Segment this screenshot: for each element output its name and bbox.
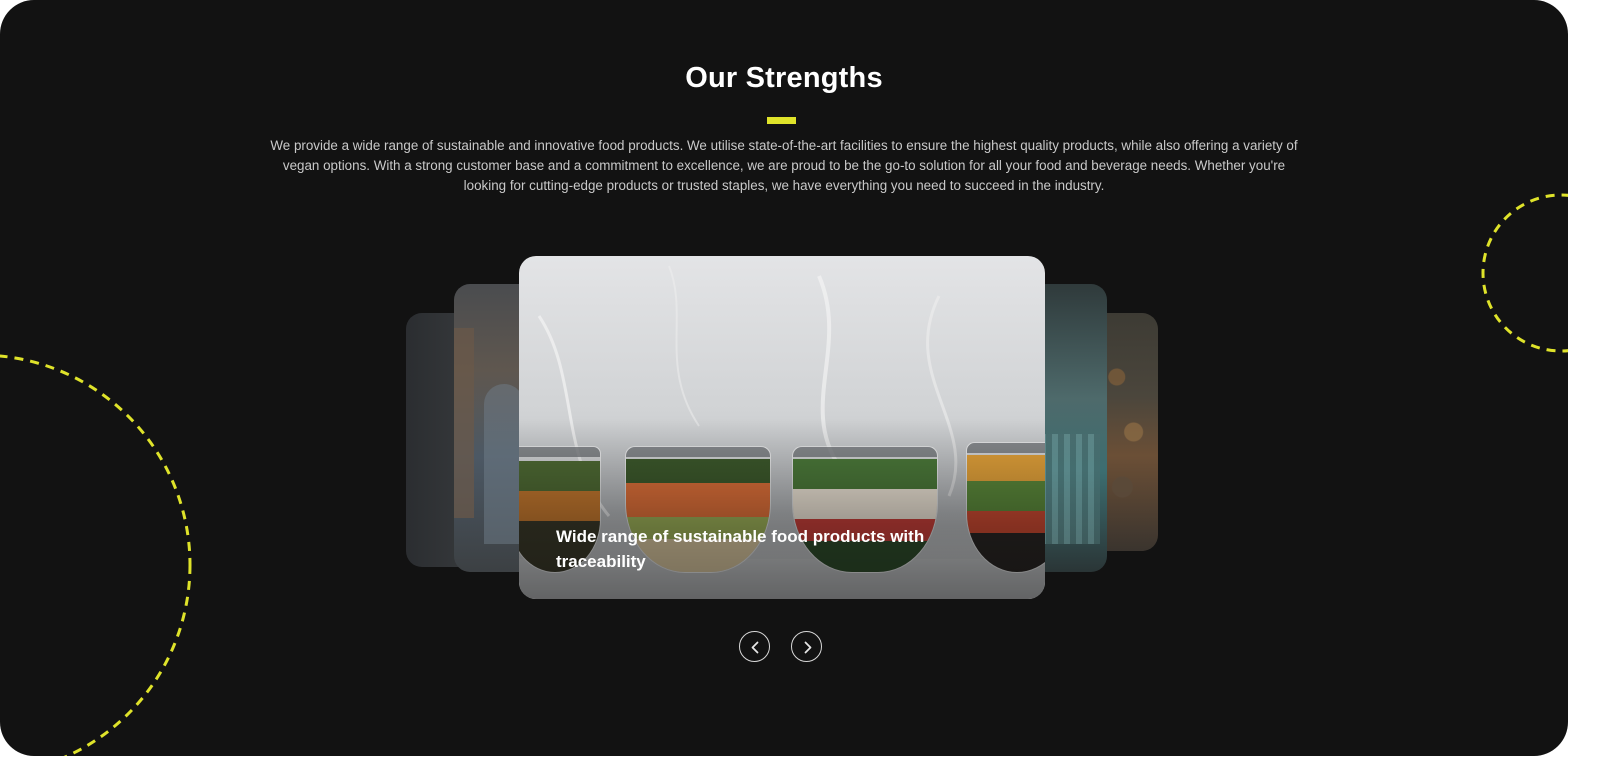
strengths-section: Our Strengths We provide a wide range of… — [0, 0, 1568, 756]
title-underline-accent — [767, 117, 796, 124]
card-image-detail — [1100, 333, 1156, 551]
carousel-prev-button[interactable] — [739, 631, 770, 662]
card-image-detail — [454, 328, 474, 518]
carousel-next-button[interactable] — [791, 631, 822, 662]
card-caption: Wide range of sustainable food products … — [556, 527, 925, 571]
chevron-left-icon — [751, 641, 759, 654]
carousel-card-active[interactable]: Wide range of sustainable food products … — [519, 256, 1045, 599]
card-image-detail — [484, 384, 524, 544]
chevron-right-icon — [804, 641, 812, 654]
section-description: We provide a wide range of sustainable a… — [270, 138, 1298, 193]
section-title: Our Strengths — [685, 62, 883, 94]
card-image-detail — [1040, 434, 1100, 544]
